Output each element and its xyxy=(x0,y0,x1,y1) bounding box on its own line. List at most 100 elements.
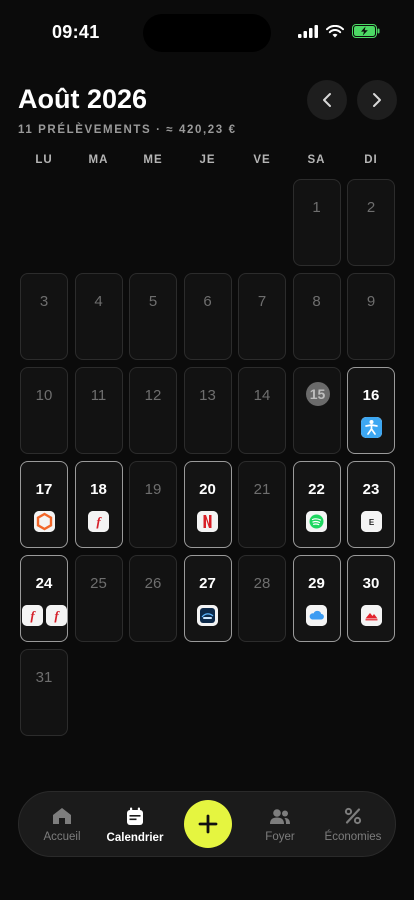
calendar-day-14[interactable]: 14 xyxy=(238,367,286,454)
day-number: 3 xyxy=(39,293,49,310)
weekday-label: ME xyxy=(143,154,163,166)
spotify-icon xyxy=(306,511,327,532)
plus-icon xyxy=(198,814,218,834)
day-number: 1 xyxy=(312,199,321,216)
calendar-day-17[interactable]: 17 xyxy=(20,461,68,548)
calendar-blank-cell xyxy=(75,179,123,266)
day-number: 18 xyxy=(90,481,107,498)
calendar-day-12[interactable]: 12 xyxy=(129,367,177,454)
subscription-icons xyxy=(185,605,231,626)
calendar-day-10[interactable]: 10 xyxy=(20,367,68,454)
calendar-day-5[interactable]: 5 xyxy=(129,273,177,360)
day-number: 30 xyxy=(362,575,380,592)
netflix-icon xyxy=(197,511,218,532)
day-number: 9 xyxy=(366,293,376,310)
calendar-day-1[interactable]: 1 xyxy=(292,179,341,266)
weekday-label: LU xyxy=(35,154,53,166)
free-f-app-icon: f xyxy=(45,605,67,626)
chevron-left-icon xyxy=(323,93,331,107)
subscription-icons xyxy=(348,605,394,626)
tab-accueil[interactable]: Accueil xyxy=(29,792,95,858)
calendar-day-23[interactable]: 23 E xyxy=(347,461,395,548)
calendar-day-29[interactable]: 29 xyxy=(292,555,341,642)
calendar-day-15[interactable]: 15 xyxy=(292,367,341,454)
subscription-icons xyxy=(21,511,67,532)
calendar-blank-cell xyxy=(184,179,232,266)
signal-icon xyxy=(298,24,318,38)
subscription-icons xyxy=(185,511,231,532)
calendar-day-4[interactable]: 4 xyxy=(74,273,123,360)
calendar-day-22[interactable]: 22 xyxy=(292,461,341,548)
tab-economies[interactable]: Économies xyxy=(319,792,387,858)
day-number: 5 xyxy=(148,293,158,310)
calendar-day-31[interactable]: 31 xyxy=(20,649,68,736)
home-icon xyxy=(53,808,71,824)
day-number: 21 xyxy=(253,481,271,498)
previous-month-button[interactable] xyxy=(307,80,347,120)
calendar-blank-cell xyxy=(238,179,286,266)
day-number: 7 xyxy=(257,293,267,310)
tab-calendrier[interactable]: Calendrier xyxy=(101,792,169,858)
calendar-day-7[interactable]: 7 xyxy=(238,273,286,360)
calendar-day-21[interactable]: 21 xyxy=(238,461,286,548)
next-month-button[interactable] xyxy=(357,80,397,120)
icloud-icon xyxy=(306,605,327,626)
chevron-right-icon xyxy=(373,93,381,107)
tab-label: Calendrier xyxy=(106,831,164,844)
day-number: 26 xyxy=(144,575,162,592)
day-number: 16 xyxy=(362,387,380,404)
status-bar: 09:41 xyxy=(0,0,414,60)
tab-bar: Accueil Calendrier Foyer Économies xyxy=(18,791,396,857)
calendar-day-8[interactable]: 8 xyxy=(292,273,341,360)
day-number: 22 xyxy=(308,481,325,498)
calendar-day-6[interactable]: 6 xyxy=(183,273,232,360)
day-number: 28 xyxy=(253,575,271,592)
svg-text:E: E xyxy=(368,518,374,527)
calendar-day-3[interactable]: 3 xyxy=(20,273,68,360)
status-icons xyxy=(298,24,380,38)
day-number: 10 xyxy=(35,387,53,404)
day-number: 23 xyxy=(362,481,380,498)
calendar-day-28[interactable]: 28 xyxy=(238,555,286,642)
weekday-label: SA xyxy=(307,154,326,166)
day-number: 20 xyxy=(199,481,216,498)
fitness-app-icon xyxy=(360,417,382,438)
day-number: 8 xyxy=(312,293,321,310)
calendar-day-9[interactable]: 9 xyxy=(347,273,395,360)
calendar-day-24[interactable]: 24 f f xyxy=(20,555,68,642)
percent-icon xyxy=(344,807,362,825)
tab-foyer[interactable]: Foyer xyxy=(247,792,313,858)
subscription-icons xyxy=(348,417,394,438)
weekday-label: DI xyxy=(364,154,378,166)
calendar-day-25[interactable]: 25 xyxy=(74,555,123,642)
day-number: 31 xyxy=(35,669,53,686)
calendar-day-13[interactable]: 13 xyxy=(183,367,232,454)
calendar-day-18[interactable]: 18 f xyxy=(74,461,123,548)
day-number: 29 xyxy=(308,575,325,592)
subscription-icons: E xyxy=(348,511,394,532)
calendar-day-26[interactable]: 26 xyxy=(129,555,177,642)
calendar-day-30[interactable]: 30 xyxy=(347,555,395,642)
today-day-number: 15 xyxy=(305,382,330,406)
calendar-day-19[interactable]: 19 xyxy=(129,461,177,548)
free-f-app-icon: f xyxy=(21,605,43,626)
day-number: 27 xyxy=(199,575,216,592)
add-button[interactable] xyxy=(184,800,232,848)
calendar-day-2[interactable]: 2 xyxy=(347,179,395,266)
tab-label: Accueil xyxy=(43,831,81,843)
free-f-app-icon: f xyxy=(88,511,109,532)
calendar-day-27[interactable]: 27 xyxy=(183,555,232,642)
weekday-label: JE xyxy=(199,154,216,166)
day-number: 14 xyxy=(253,387,271,404)
dynamic-island xyxy=(143,14,271,52)
subscription-icons xyxy=(294,605,340,626)
calendar-blank-cell xyxy=(20,179,68,266)
weekday-label: VE xyxy=(253,154,271,166)
day-number: 25 xyxy=(90,575,107,592)
calendar-icon xyxy=(127,807,143,825)
calendar-day-11[interactable]: 11 xyxy=(74,367,123,454)
calendar-day-20[interactable]: 20 xyxy=(183,461,232,548)
calendar-grid: 1 2 3 4 5 6 7 8 9 10 11 12 13 14 15 16 17 18 f 19 20 21 22 23 E 2… xyxy=(20,179,396,736)
calendar-day-16[interactable]: 16 xyxy=(347,367,395,454)
disney-plus-icon xyxy=(197,605,218,626)
